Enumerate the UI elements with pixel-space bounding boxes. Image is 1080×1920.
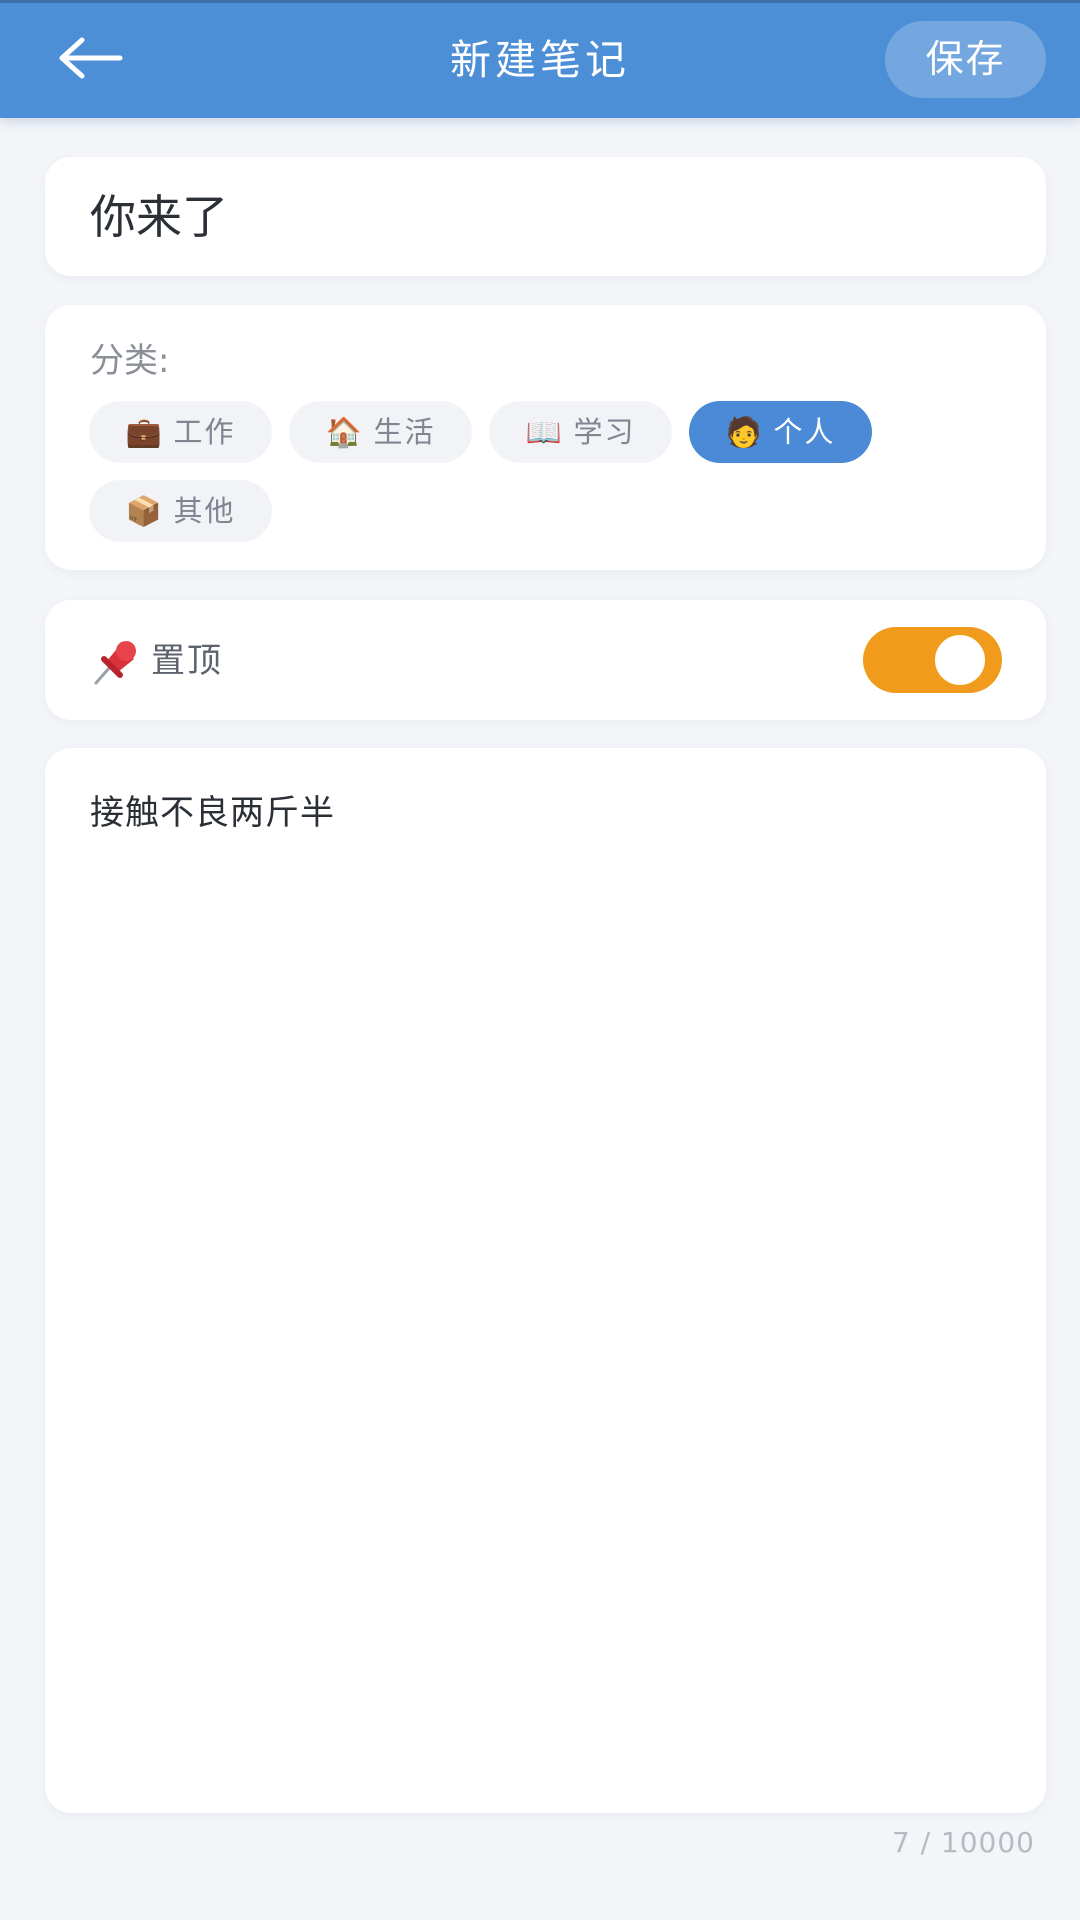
package-icon: 📦 [125,494,162,528]
briefcase-icon: 💼 [125,415,162,449]
category-chip-label: 工作 [173,415,236,449]
pin-toggle[interactable] [863,627,1002,693]
category-chip-label: 学习 [573,415,636,449]
pin-label: 置顶 [151,641,223,681]
title-card: 你来了 [45,157,1046,276]
pin-card: 置顶 [45,600,1046,720]
save-button[interactable]: 保存 [885,21,1046,98]
category-chip-work[interactable]: 💼 工作 [89,401,272,463]
character-counter: 7 / 10000 [891,1826,1035,1859]
header-top-border [0,0,1080,3]
category-card: 分类: 💼 工作 🏠 生活 📖 学习 🧑 个人 📦 其他 [45,305,1046,570]
category-chip-label: 生活 [373,415,436,449]
note-content-textarea[interactable]: 接触不良两斤半 [90,788,990,838]
category-chip-label: 个人 [773,415,836,449]
category-chip-personal[interactable]: 🧑 个人 [689,401,872,463]
category-chip-life[interactable]: 🏠 生活 [289,401,472,463]
toggle-knob [935,635,985,685]
house-icon: 🏠 [325,415,362,449]
content-card: 接触不良两斤半 [45,748,1046,1813]
pushpin-icon [90,637,140,687]
category-label: 分类: [90,341,170,381]
category-chip-other[interactable]: 📦 其他 [89,480,272,542]
category-chip-label: 其他 [173,494,236,528]
app-header: 新建笔记 保存 [0,0,1080,118]
note-title-input[interactable]: 你来了 [90,182,990,252]
category-chip-study[interactable]: 📖 学习 [489,401,672,463]
open-book-icon: 📖 [525,415,562,449]
person-icon: 🧑 [725,415,762,449]
